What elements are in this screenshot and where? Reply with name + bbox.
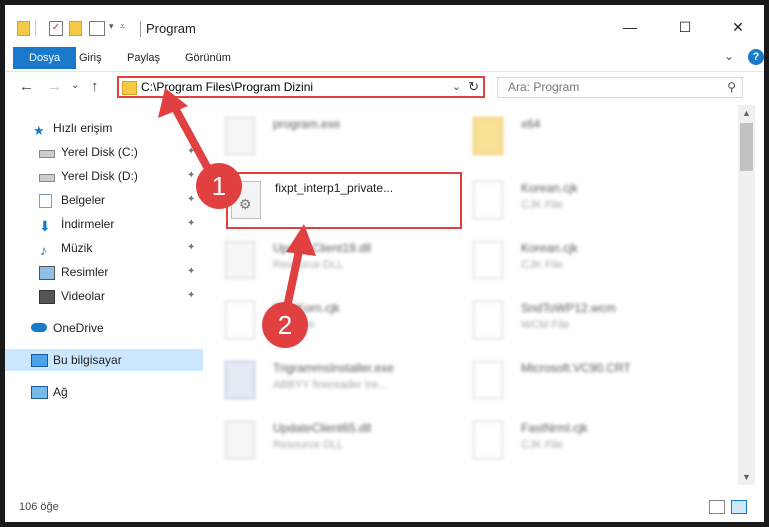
arrow-1-head xyxy=(158,88,188,118)
annotation-arrows xyxy=(158,88,316,316)
arrow-2-head xyxy=(286,224,316,256)
annotation-badge-2: 2 xyxy=(262,302,308,348)
annotation-badge-1: 1 xyxy=(196,163,242,209)
